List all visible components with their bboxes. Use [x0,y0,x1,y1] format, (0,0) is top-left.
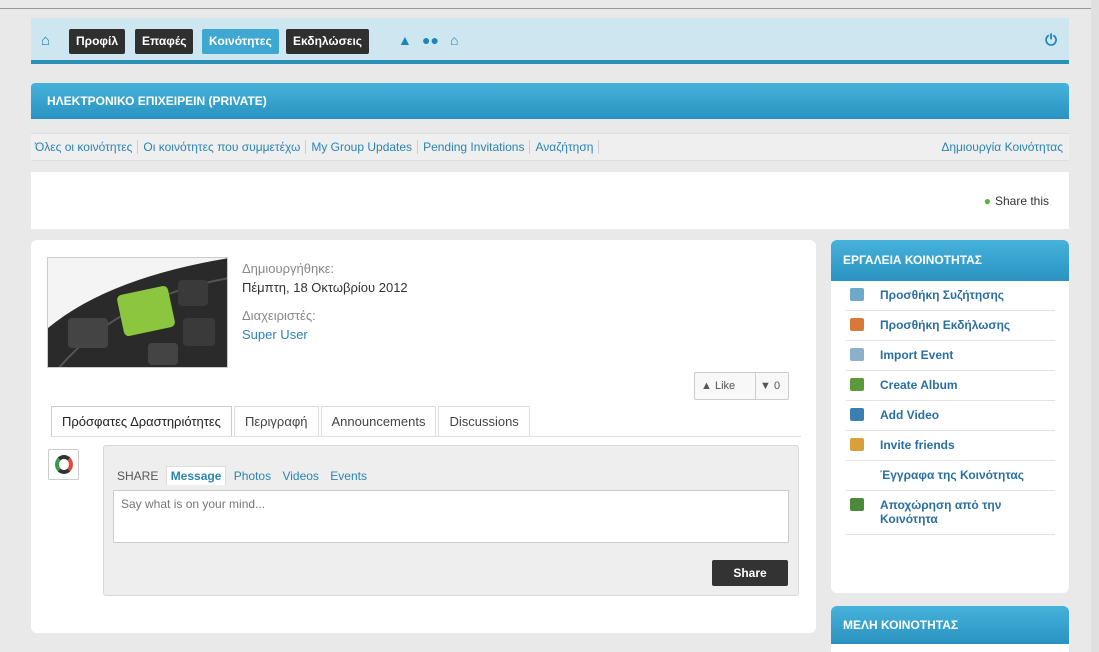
subnav-search[interactable]: Αναζήτηση [530,140,600,154]
user-avatar-icon [55,455,73,474]
tool-label: Προσθήκη Εκδήλωσης [880,318,1011,332]
group-avatar-image [47,257,228,368]
group-tools-title: ΕΡΓΑΛΕΙΑ ΚΟΙΝΟΤΗΤΑΣ [831,240,1069,281]
nav-profile[interactable]: Προφίλ [69,29,126,54]
subnav-all-groups[interactable]: Όλες οι κοινότητες [31,140,139,154]
import-event-icon [850,348,864,361]
group-info: Δημιουργήθηκε: Πέμπτη, 18 Οκτωβρίου 2012… [242,259,408,344]
home-icon[interactable]: ⌂ [41,33,57,49]
create-group-link[interactable]: Δημιουργία Κοινότητας [941,134,1063,161]
share-tab-videos[interactable]: Videos [278,467,322,485]
dislike-button[interactable]: ▼ 0 [755,373,780,399]
power-icon[interactable]: ⏻ [1045,32,1057,49]
admin-user-link[interactable]: Super User [242,325,408,344]
like-label: Like [714,380,736,392]
tool-create-album[interactable]: Create Album [846,371,1055,401]
video-icon [850,408,864,421]
share-tab-message[interactable]: Message [165,466,227,485]
admins-label: Διαχειριστές: [242,308,316,323]
subnav-group-updates[interactable]: My Group Updates [306,140,419,154]
thumbs-down-icon: ▼ [760,380,771,392]
created-label: Δημιουργήθηκε: [242,261,335,276]
nav-communities[interactable]: Κοινότητες [202,29,279,54]
calendar-icon [850,318,864,331]
users-icon[interactable]: ●● [422,32,439,48]
share-this-label: Share this [994,194,1049,208]
tab-divider [51,436,801,437]
thumbs-up-icon: ▲ [701,380,712,392]
share-strip: ● Share this [31,172,1069,229]
tool-add-event[interactable]: Προσθήκη Εκδήλωσης [846,311,1055,341]
scrollbar[interactable] [1091,0,1099,652]
group-tools-panel: ΕΡΓΑΛΕΙΑ ΚΟΙΝΟΤΗΤΑΣ Προσθήκη Συζήτησης Π… [831,240,1069,593]
nav-contacts[interactable]: Επαφές [135,29,194,54]
tab-discussions[interactable]: Discussions [438,406,530,437]
tool-label: Add Video [880,408,940,422]
tool-label: Έγγραφα της Κοινότητας [880,468,1024,482]
top-navigation-bar: ⌂ Προφίλ Επαφές Κοινότητες Εκδηλώσεις ▲ … [31,18,1069,64]
tool-invite-friends[interactable]: Invite friends [846,431,1055,461]
tool-label: Import Event [880,348,954,362]
group-members-panel: ΜΕΛΗ ΚΟΙΝΟΤΗΤΑΣ [831,606,1069,652]
subnav-my-groups[interactable]: Οι κοινότητες που συμμετέχω [138,140,307,154]
tab-recent-activity[interactable]: Πρόσφατες Δραστηριότητες [51,406,232,437]
group-main-panel: Δημιουργήθηκε: Πέμπτη, 18 Οκτωβρίου 2012… [31,240,816,633]
activity-tabs: Πρόσφατες Δραστηριότητες Περιγραφή Annou… [51,406,532,437]
window-top-border [0,8,1099,9]
subnav-pending-invitations[interactable]: Pending Invitations [418,140,531,154]
album-icon [850,378,864,391]
like-button[interactable]: ▲ Like [701,373,735,399]
share-this-button[interactable]: ● Share this [984,194,1049,208]
leave-icon [850,498,864,511]
tool-label: Αποχώρηση από την Κοινότητα [880,498,1002,526]
tool-label: Προσθήκη Συζήτησης [880,288,1005,302]
group-members-title: ΜΕΛΗ ΚΟΙΝΟΤΗΤΑΣ [831,606,1069,644]
avatar[interactable] [48,449,79,480]
inbox-icon[interactable]: ⌂ [450,32,458,48]
status-input[interactable] [113,490,789,543]
tool-group-documents[interactable]: Έγγραφα της Κοινότητας [846,461,1055,491]
tool-leave-group[interactable]: Αποχώρηση από την Κοινότητα [846,491,1055,535]
share-icon: ● [983,194,991,208]
nav-events[interactable]: Εκδηλώσεις [286,29,370,54]
invite-icon [850,438,864,451]
share-tab-events[interactable]: Events [326,467,371,485]
tool-add-video[interactable]: Add Video [846,401,1055,431]
tab-description[interactable]: Περιγραφή [233,406,319,437]
tool-label: Create Album [880,378,958,392]
tab-announcements[interactable]: Announcements [320,406,437,437]
dislike-count: 0 [773,380,781,392]
created-date: Πέμπτη, 18 Οκτωβρίου 2012 [242,280,408,295]
share-label: SHARE [117,469,159,483]
share-tab-photos[interactable]: Photos [230,467,275,485]
bell-icon[interactable]: ▲ [398,32,412,48]
like-box: ▲ Like ▼ 0 [694,372,789,400]
tool-add-discussion[interactable]: Προσθήκη Συζήτησης [846,281,1055,311]
group-title: ΗΛΕΚΤΡΟΝΙΚΟ ΕΠΙΧΕΙΡΕΙΝ (PRIVATE) [31,83,1069,119]
status-composer: SHARE Message Photos Videos Events Share [103,445,799,596]
share-button[interactable]: Share [712,560,788,586]
group-subnav: Όλες οι κοινότητες Οι κοινότητες που συμμ… [31,133,1069,161]
tool-label: Invite friends [880,438,955,452]
discussion-icon [850,288,864,301]
share-type-tabs: SHARE Message Photos Videos Events [117,466,371,485]
tool-import-event[interactable]: Import Event [846,341,1055,371]
